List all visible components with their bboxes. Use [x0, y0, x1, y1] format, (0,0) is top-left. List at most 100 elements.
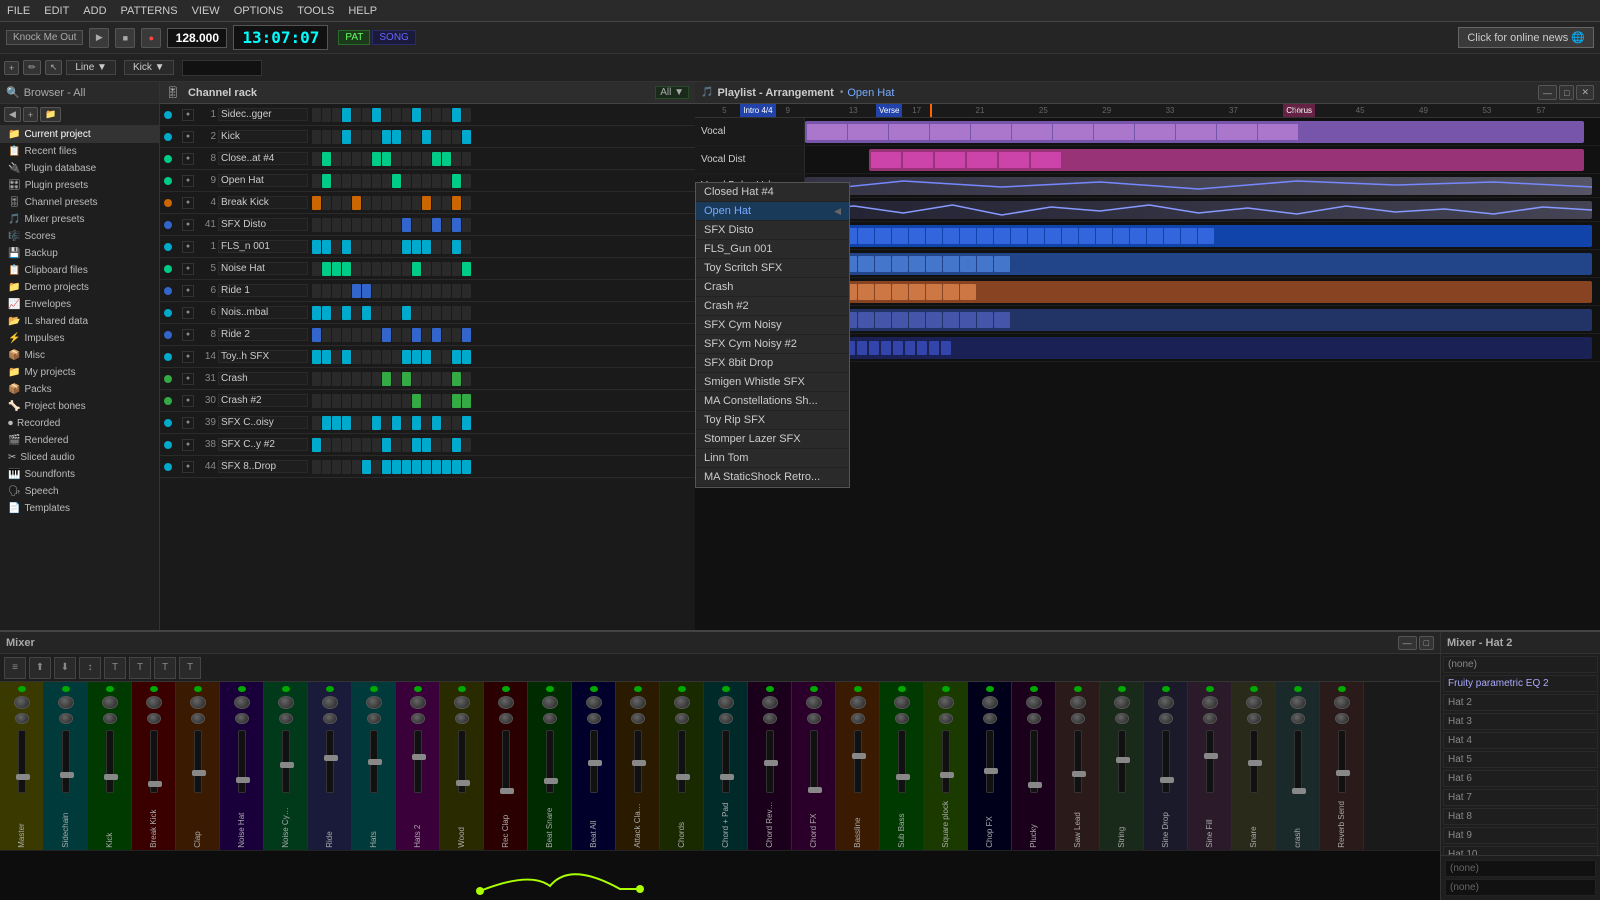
- ch-fader-12[interactable]: [546, 730, 554, 793]
- sidebar-item-scores[interactable]: 🎼Scores: [0, 228, 159, 245]
- channel-row-crash[interactable]: ● 31 Crash: [160, 368, 695, 390]
- ch-mute-btn[interactable]: ●: [182, 175, 194, 187]
- vocal-dist-pan-automation[interactable]: [805, 201, 1592, 219]
- pad-btn[interactable]: [402, 174, 411, 188]
- pad-btn[interactable]: [452, 218, 461, 232]
- sidebar-item-plugin-presets[interactable]: 🎛Plugin presets: [0, 177, 159, 194]
- pattern-mode-btn[interactable]: PAT: [338, 30, 370, 45]
- ch-fader-2[interactable]: [106, 730, 114, 793]
- ch-pan-24[interactable]: [1071, 713, 1085, 724]
- pad-btn[interactable]: [382, 240, 391, 254]
- pad-btn[interactable]: [422, 306, 431, 320]
- menu-options[interactable]: OPTIONS: [231, 5, 287, 17]
- ch-pan-14[interactable]: [631, 713, 645, 724]
- pad-btn[interactable]: [352, 394, 361, 408]
- sidebar-item-speech[interactable]: 🗣Speech: [0, 483, 159, 500]
- pad-btn[interactable]: [462, 262, 471, 276]
- pad-btn[interactable]: [382, 152, 391, 166]
- pad-btn[interactable]: [462, 152, 471, 166]
- ch-fader-handle-14[interactable]: [632, 760, 646, 766]
- ch-mute-btn[interactable]: ●: [182, 153, 194, 165]
- ch-fader-27[interactable]: [1206, 730, 1214, 793]
- pad-btn[interactable]: [352, 152, 361, 166]
- pad-btn[interactable]: [322, 284, 331, 298]
- pad-btn[interactable]: [342, 240, 351, 254]
- mixer-maximize[interactable]: □: [1419, 636, 1434, 650]
- ch-knob-28[interactable]: [1246, 696, 1262, 709]
- pad-btn[interactable]: [382, 196, 391, 210]
- pad-btn[interactable]: [452, 262, 461, 276]
- ch-pan-23[interactable]: [1027, 713, 1041, 724]
- channel-row-sfxdisto[interactable]: ● 41 SFX Disto: [160, 214, 695, 236]
- pad-btn[interactable]: [392, 240, 401, 254]
- ch-fader-17[interactable]: [766, 730, 774, 793]
- track-content-noise-hat[interactable]: [805, 306, 1600, 333]
- mixer-channel-noise-cymbal[interactable]: Noise Cymbal: [264, 682, 308, 850]
- pad-btn[interactable]: [352, 262, 361, 276]
- pad-btn[interactable]: [402, 196, 411, 210]
- ch-knob-24[interactable]: [1070, 696, 1086, 709]
- mixer-channel-break-kick[interactable]: Break Kick: [132, 682, 176, 850]
- ch-fader-handle-22[interactable]: [984, 768, 998, 774]
- mixer-channel-clap[interactable]: Clap: [176, 682, 220, 850]
- pad-btn[interactable]: [352, 240, 361, 254]
- sidebar-item-backup[interactable]: 💾Backup: [0, 245, 159, 262]
- pad-btn[interactable]: [372, 306, 381, 320]
- pad-btn[interactable]: [372, 350, 381, 364]
- ch-knob-5[interactable]: [234, 696, 250, 709]
- ch-mute-btn[interactable]: ●: [182, 285, 194, 297]
- ch-fader-handle-18[interactable]: [808, 787, 822, 793]
- pad-btn[interactable]: [462, 284, 471, 298]
- news-button[interactable]: Click for online news 🌐: [1458, 27, 1594, 48]
- mixer-channel-chord-reverb[interactable]: Chord Reverb: [748, 682, 792, 850]
- pad-btn[interactable]: [422, 416, 431, 430]
- pad-btn[interactable]: [372, 130, 381, 144]
- mixer-channel-sidechain[interactable]: Sidechain: [44, 682, 88, 850]
- channel-row-fls_n001[interactable]: ● 1 FLS_n 001: [160, 236, 695, 258]
- pad-btn[interactable]: [322, 240, 331, 254]
- pad-btn[interactable]: [452, 372, 461, 386]
- ch-fader-handle-19[interactable]: [852, 753, 866, 759]
- ch-knob-9[interactable]: [410, 696, 426, 709]
- pad-btn[interactable]: [362, 108, 371, 122]
- ch-fader-21[interactable]: [942, 730, 950, 793]
- pad-btn[interactable]: [452, 174, 461, 188]
- pad-btn[interactable]: [352, 284, 361, 298]
- pad-btn[interactable]: [312, 196, 321, 210]
- pad-btn[interactable]: [452, 152, 461, 166]
- channel-row-sfxc..oisy[interactable]: ● 39 SFX C..oisy: [160, 412, 695, 434]
- ch-knob-12[interactable]: [542, 696, 558, 709]
- pad-btn[interactable]: [402, 262, 411, 276]
- pad-btn[interactable]: [442, 218, 451, 232]
- sidebar-item-packs[interactable]: 📦Packs: [0, 381, 159, 398]
- pad-btn[interactable]: [442, 460, 451, 474]
- ch-pan-21[interactable]: [939, 713, 953, 724]
- pad-btn[interactable]: [432, 174, 441, 188]
- ch-color-led[interactable]: [164, 243, 172, 251]
- mixer-channel-plucky[interactable]: Plucky: [1012, 682, 1056, 850]
- sidebar-item-my-projects[interactable]: 📁My projects: [0, 364, 159, 381]
- mixer-channel-noise-hat[interactable]: Noise Hat: [220, 682, 264, 850]
- pad-btn[interactable]: [362, 218, 371, 232]
- pad-btn[interactable]: [362, 262, 371, 276]
- record-button[interactable]: ●: [141, 28, 161, 48]
- pad-btn[interactable]: [342, 218, 351, 232]
- pad-btn[interactable]: [432, 240, 441, 254]
- pad-btn[interactable]: [312, 240, 321, 254]
- pad-btn[interactable]: [402, 372, 411, 386]
- ch-fader-handle-2[interactable]: [104, 774, 118, 780]
- ch-fader-5[interactable]: [238, 730, 246, 793]
- pad-btn[interactable]: [362, 174, 371, 188]
- ch-color-led[interactable]: [164, 221, 172, 229]
- pad-btn[interactable]: [322, 394, 331, 408]
- ch-pan-10[interactable]: [455, 713, 469, 724]
- pad-btn[interactable]: [332, 130, 341, 144]
- ch-knob-8[interactable]: [366, 696, 382, 709]
- pad-btn[interactable]: [422, 372, 431, 386]
- pad-btn[interactable]: [442, 152, 451, 166]
- ch-fader-handle-15[interactable]: [676, 774, 690, 780]
- ch-pan-6[interactable]: [279, 713, 293, 724]
- menu-tools[interactable]: TOOLS: [294, 5, 337, 17]
- dropdown-item-linn-tom[interactable]: Linn Tom: [696, 449, 849, 468]
- pad-btn[interactable]: [462, 460, 471, 474]
